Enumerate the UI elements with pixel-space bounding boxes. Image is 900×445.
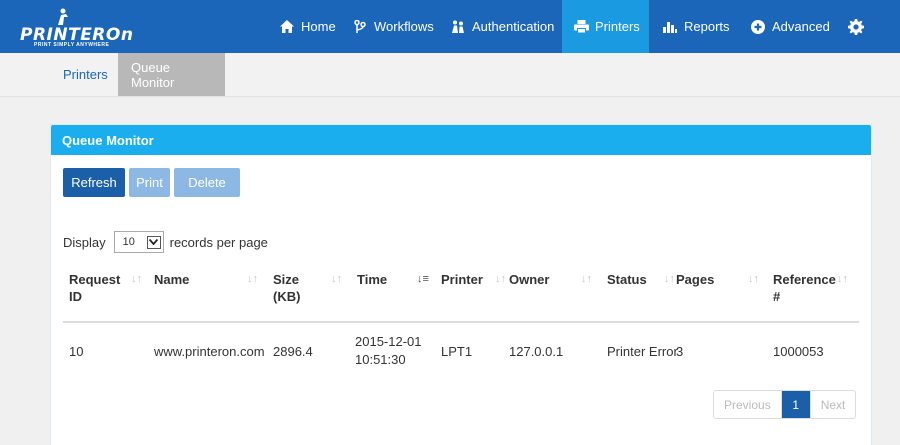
brand-logo[interactable]: PRINTEROn PRINT SIMPLY ANYWHERE bbox=[12, 8, 142, 48]
col-header-label: Size bbox=[273, 272, 300, 287]
col-header-label: Status bbox=[607, 272, 647, 287]
col-header-time[interactable]: Time bbox=[357, 271, 387, 288]
subnav-queue-monitor[interactable]: Queue Monitor bbox=[118, 53, 225, 96]
col-header-name[interactable]: Name bbox=[154, 271, 189, 288]
sort-icon[interactable]: ↓↑ bbox=[748, 273, 759, 285]
sort-icon[interactable]: ↓↑ bbox=[664, 273, 675, 285]
col-header-label: Owner bbox=[509, 272, 550, 287]
delete-button[interactable]: Delete bbox=[174, 168, 240, 197]
cell-time-clock: 10:51:30 bbox=[355, 352, 406, 367]
col-header-pages[interactable]: Pages bbox=[676, 271, 714, 288]
nav-printers-label: Printers bbox=[595, 19, 640, 34]
nav-printers[interactable]: Printers bbox=[562, 0, 649, 53]
col-header-label: Reference bbox=[773, 272, 836, 287]
sort-desc-icon[interactable]: ↓≡ bbox=[417, 273, 429, 285]
cell-request-id: 10 bbox=[69, 344, 84, 359]
records-per-page-control: Display 10 records per page bbox=[63, 231, 268, 253]
workflow-icon bbox=[352, 19, 368, 34]
previous-page-button[interactable]: Previous bbox=[714, 391, 782, 418]
nav-advanced-label: Advanced bbox=[772, 19, 830, 34]
nav-workflows[interactable]: Workflows bbox=[340, 0, 446, 53]
nav-home-label: Home bbox=[301, 19, 336, 34]
cell-reference: 1000053 bbox=[773, 344, 824, 359]
printer-icon bbox=[574, 20, 589, 34]
nav-advanced[interactable]: Advanced bbox=[738, 0, 842, 53]
page-1-button[interactable]: 1 bbox=[781, 391, 810, 418]
gear-icon bbox=[848, 18, 864, 35]
plus-circle-icon bbox=[750, 19, 766, 34]
records-per-page-value: 10 bbox=[122, 236, 135, 248]
person-logo-icon bbox=[58, 8, 68, 25]
home-icon bbox=[279, 20, 295, 34]
cell-size: 2896.4 bbox=[273, 344, 313, 359]
col-header-label: Printer bbox=[441, 272, 483, 287]
sort-icon[interactable]: ↓↑ bbox=[495, 273, 506, 285]
col-header-status[interactable]: Status bbox=[607, 271, 647, 288]
header-divider bbox=[63, 321, 859, 323]
nav-authentication[interactable]: Authentication bbox=[438, 0, 566, 53]
sort-icon[interactable]: ↓↑ bbox=[247, 273, 258, 285]
cell-time-date: 2015-12-01 bbox=[355, 334, 422, 349]
col-header-label: Time bbox=[357, 272, 388, 287]
col-header-size[interactable]: Size (KB) bbox=[273, 271, 300, 305]
sort-icon[interactable]: ↓↑ bbox=[837, 273, 848, 285]
nav-reports-label: Reports bbox=[684, 19, 730, 34]
col-header-label: Name bbox=[154, 272, 190, 287]
col-header-label: Request bbox=[69, 272, 121, 287]
pagination: Previous 1 Next bbox=[713, 390, 857, 419]
nav-authentication-label: Authentication bbox=[472, 19, 555, 34]
cell-status: Printer Error bbox=[607, 344, 678, 359]
col-header-label-line2: ID bbox=[69, 289, 82, 304]
col-header-label-line2: # bbox=[773, 289, 781, 304]
brand-tagline: PRINT SIMPLY ANYWHERE bbox=[34, 42, 110, 48]
cell-name: www.printeron.com bbox=[154, 344, 265, 359]
sort-icon[interactable]: ↓↑ bbox=[581, 273, 592, 285]
people-icon bbox=[450, 20, 466, 34]
queue-monitor-panel: Queue Monitor Refresh Print Delete Displ… bbox=[50, 124, 872, 445]
col-header-owner[interactable]: Owner bbox=[509, 271, 549, 288]
cell-printer: LPT1 bbox=[441, 344, 473, 359]
col-header-request-id[interactable]: Request ID bbox=[69, 271, 120, 305]
settings-button[interactable] bbox=[838, 0, 874, 53]
sort-icon[interactable]: ↓↑ bbox=[131, 273, 142, 285]
next-page-button[interactable]: Next bbox=[809, 391, 856, 418]
col-header-printer[interactable]: Printer bbox=[441, 271, 483, 288]
top-navbar: PRINTEROn PRINT SIMPLY ANYWHERE Home Wor… bbox=[0, 0, 900, 53]
sub-navigation: Printers Queue Monitor bbox=[0, 53, 900, 97]
panel-title: Queue Monitor bbox=[51, 125, 871, 155]
nav-reports[interactable]: Reports bbox=[650, 0, 742, 53]
col-header-label: Pages bbox=[676, 272, 715, 287]
display-prefix: Display bbox=[63, 234, 106, 250]
print-button[interactable]: Print bbox=[129, 168, 170, 197]
subnav-printers[interactable]: Printers bbox=[50, 53, 121, 96]
bar-chart-icon bbox=[662, 20, 678, 34]
col-header-label-line2: (KB) bbox=[273, 289, 301, 304]
cell-owner: 127.0.0.1 bbox=[509, 344, 564, 359]
refresh-button[interactable]: Refresh bbox=[63, 168, 125, 197]
display-suffix: records per page bbox=[169, 234, 268, 250]
nav-workflows-label: Workflows bbox=[374, 19, 434, 34]
col-header-reference[interactable]: Reference # bbox=[773, 271, 836, 305]
sort-icon[interactable]: ↓↑ bbox=[331, 273, 342, 285]
chevron-down-icon bbox=[146, 235, 161, 249]
records-per-page-select[interactable]: 10 bbox=[113, 231, 164, 253]
nav-home[interactable]: Home bbox=[267, 0, 348, 53]
cell-pages: 3 bbox=[676, 344, 684, 359]
